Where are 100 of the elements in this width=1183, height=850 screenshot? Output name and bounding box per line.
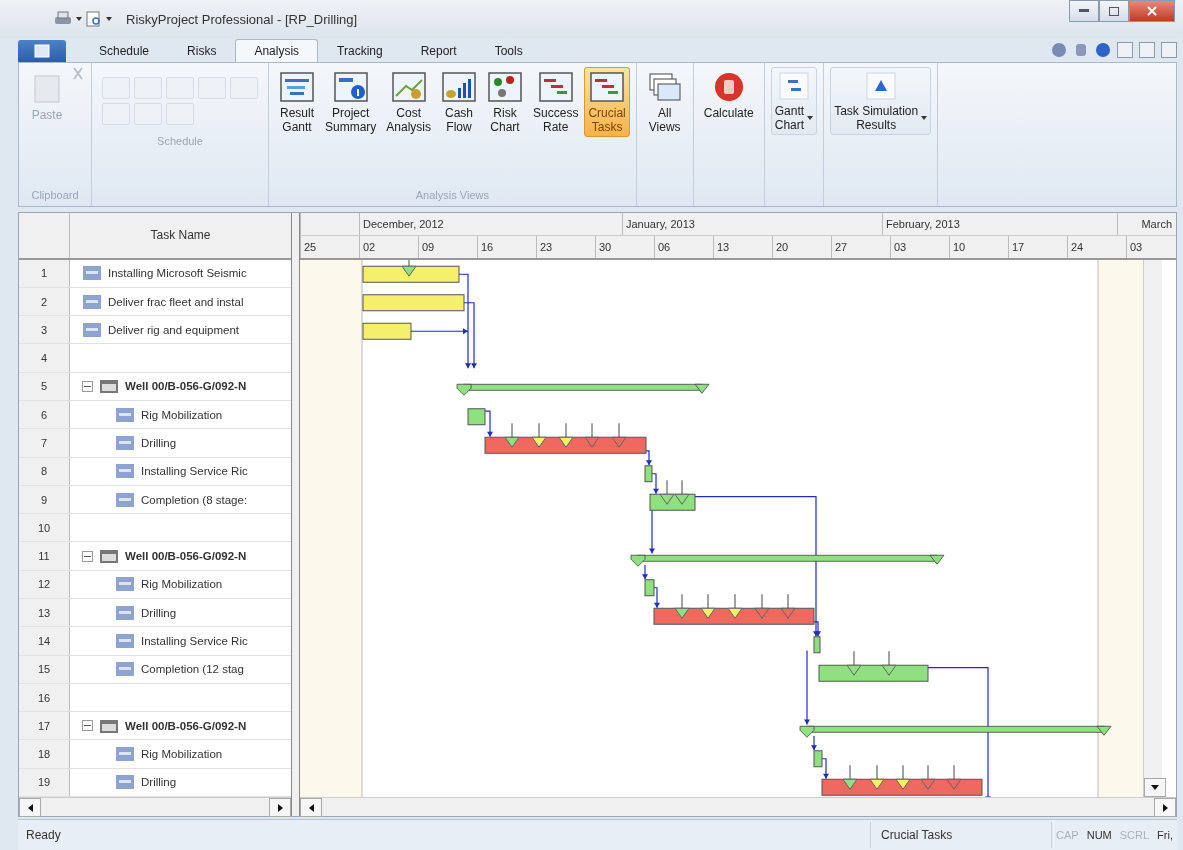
- dependency-arrow: [811, 735, 817, 751]
- ribbon-button[interactable]: Task Simulation Results: [830, 67, 932, 135]
- close-document-button[interactable]: [1161, 42, 1177, 58]
- ribbon-button[interactable]: Calculate: [699, 67, 758, 123]
- risk-event-marker: [842, 764, 858, 790]
- ribbon-button[interactable]: Result Gantt: [275, 67, 319, 137]
- risk-event-marker: [558, 422, 574, 448]
- minimize-document-button[interactable]: [1117, 42, 1133, 58]
- risk-event-marker: [531, 422, 547, 448]
- task-name[interactable]: Drilling: [141, 606, 177, 619]
- maximize-button[interactable]: [1099, 0, 1129, 22]
- task-name[interactable]: Drilling: [141, 436, 177, 449]
- month-label: February, 2013: [882, 213, 1117, 235]
- summary-bar[interactable]: [799, 725, 1112, 738]
- task-name[interactable]: Deliver rig and equipment: [108, 323, 240, 336]
- row-number: 19: [19, 768, 70, 796]
- ribbon-button[interactable]: Project Summary: [321, 67, 381, 137]
- task-name[interactable]: Well 00/B-056-G/092-N: [125, 380, 247, 393]
- task-icon: [82, 293, 102, 310]
- week-label: 30: [595, 236, 654, 258]
- summary-bar[interactable]: [456, 383, 710, 396]
- row-number: 13: [19, 599, 70, 627]
- scroll-left-button[interactable]: [19, 798, 41, 817]
- application-menu-button[interactable]: [18, 40, 66, 62]
- cost-chart-icon: [391, 72, 426, 102]
- collapse-toggle-icon[interactable]: [82, 720, 93, 732]
- month-label: December, 2012: [359, 213, 622, 235]
- task-icon: [115, 604, 135, 621]
- task-name[interactable]: Installing Service Ric: [141, 465, 248, 478]
- scroll-down-button[interactable]: [1144, 778, 1166, 797]
- task-icon: [115, 463, 135, 480]
- customize-caret-icon[interactable]: [106, 17, 112, 21]
- collapse-toggle-icon[interactable]: [82, 380, 93, 392]
- ribbon-tab[interactable]: Schedule: [80, 39, 169, 62]
- task-bar[interactable]: [467, 408, 486, 426]
- task-bar[interactable]: [813, 750, 823, 768]
- row-number: 4: [19, 344, 70, 372]
- ribbon-button[interactable]: Risk Chart: [483, 67, 528, 137]
- group-label: Schedule: [156, 135, 204, 149]
- scroll-right-button[interactable]: [269, 798, 291, 817]
- ribbon-button[interactable]: All Views: [642, 67, 687, 137]
- task-icon: [115, 434, 135, 451]
- task-icon: [115, 746, 135, 763]
- task-name[interactable]: Completion (8 stage:: [141, 493, 248, 506]
- minimize-button[interactable]: [1069, 0, 1099, 22]
- task-name[interactable]: Well 00/B-056-G/092-N: [125, 550, 247, 563]
- maximize-icon: [1109, 6, 1119, 16]
- task-icon: [115, 661, 135, 678]
- task-name[interactable]: Deliver frac fleet and instal: [108, 295, 244, 308]
- month-label: January, 2013: [622, 213, 882, 235]
- minimize-icon: [1079, 9, 1089, 13]
- task-bar[interactable]: [362, 294, 465, 312]
- task-bar[interactable]: [813, 636, 821, 654]
- row-number: 11: [19, 542, 70, 570]
- ribbon-button[interactable]: Crucial Tasks: [584, 67, 630, 137]
- task-name[interactable]: Rig Mobilization: [141, 578, 223, 591]
- week-label: 10: [949, 236, 1008, 258]
- task-bar[interactable]: [644, 579, 655, 597]
- restore-document-button[interactable]: [1139, 42, 1155, 58]
- summary-bar[interactable]: [630, 554, 945, 567]
- task-name[interactable]: Installing Service Ric: [141, 634, 248, 647]
- row-number: 18: [19, 740, 70, 768]
- row-number: 12: [19, 570, 70, 598]
- bar-chart-icon: [442, 72, 477, 102]
- task-name[interactable]: Rig Mobilization: [141, 748, 223, 761]
- ribbon-tab[interactable]: Report: [401, 39, 476, 62]
- caret-icon[interactable]: [76, 17, 82, 21]
- gantt-chart-icon: [280, 72, 314, 102]
- ribbon-tab[interactable]: Tools: [475, 39, 542, 62]
- print-preview-icon[interactable]: [86, 11, 102, 27]
- task-bar[interactable]: [644, 465, 653, 483]
- week-label: 17: [1008, 236, 1067, 258]
- group-label: Clipboard: [30, 189, 80, 203]
- left-arrow-icon: [308, 803, 314, 812]
- scroll-right-button[interactable]: [1154, 798, 1176, 817]
- ribbon-button[interactable]: Cost Analysis: [382, 67, 436, 137]
- ribbon-button[interactable]: Gantt Chart: [770, 67, 818, 135]
- close-button[interactable]: [1129, 0, 1175, 22]
- task-name[interactable]: Drilling: [141, 776, 177, 789]
- month-label: March: [1117, 213, 1176, 235]
- status-indicator: NUM: [1085, 829, 1113, 841]
- scroll-left-button[interactable]: [300, 798, 322, 817]
- ribbon-tab[interactable]: Tracking: [318, 39, 402, 62]
- status-indicator: CAP: [1055, 829, 1080, 841]
- task-name[interactable]: Rig Mobilization: [141, 408, 223, 421]
- ribbon-tab[interactable]: Analysis: [235, 39, 319, 62]
- row-number: 1: [19, 259, 70, 287]
- status-view-name: Crucial Tasks: [870, 822, 1053, 848]
- task-name[interactable]: Well 00/B-056-G/092-N: [125, 719, 247, 732]
- collapse-toggle-icon[interactable]: [82, 550, 93, 562]
- dependency-arrow: [642, 564, 648, 580]
- ribbon-button[interactable]: Cash Flow: [437, 67, 482, 137]
- ribbon-tab[interactable]: Risks: [168, 39, 236, 62]
- row-number: 2: [19, 287, 70, 316]
- task-bar[interactable]: [362, 265, 460, 283]
- task-name[interactable]: Installing Microsoft Seismic: [108, 267, 247, 280]
- row-number: 8: [19, 457, 70, 485]
- task-bar[interactable]: [362, 322, 412, 340]
- ribbon-button[interactable]: Success Rate: [529, 67, 583, 137]
- task-name[interactable]: Completion (12 stag: [141, 663, 244, 676]
